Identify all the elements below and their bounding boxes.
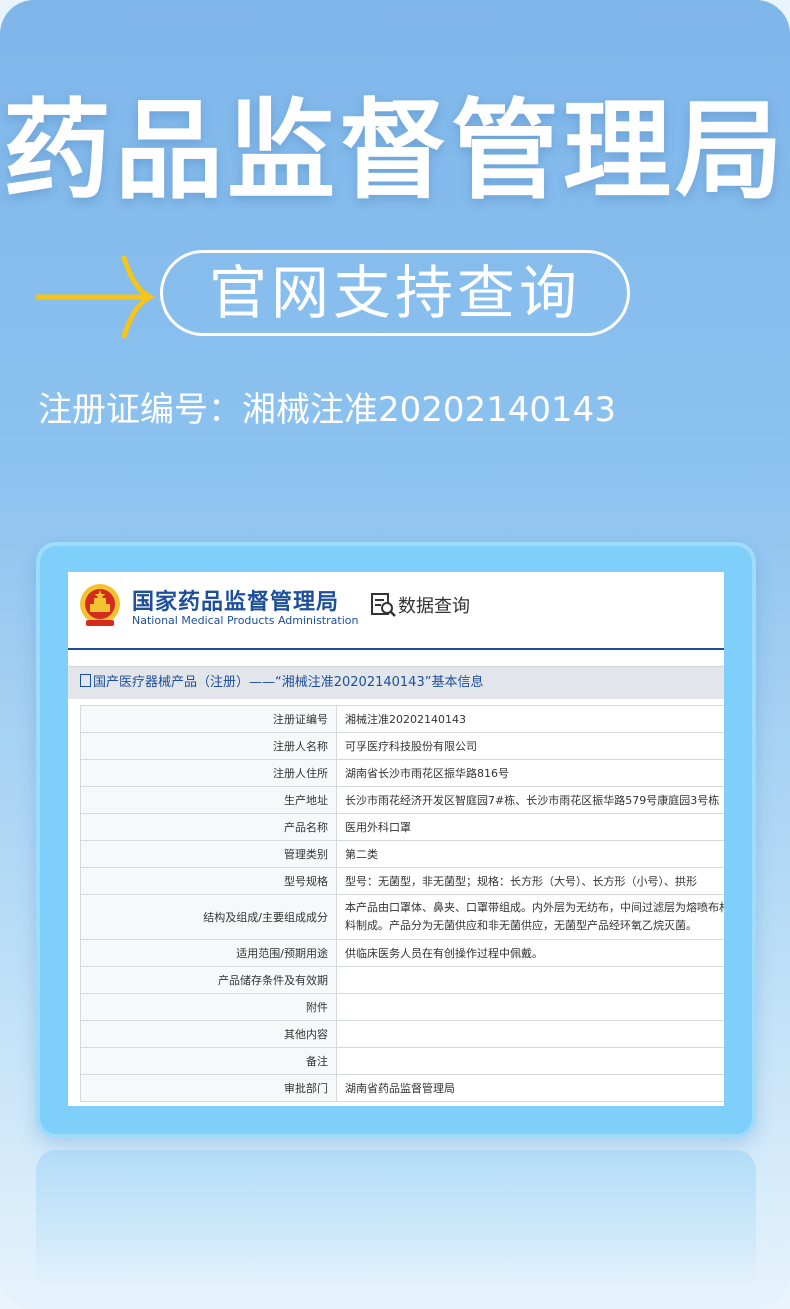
field-value	[336, 1020, 724, 1048]
table-row: 结构及组成/主要组成成分 本产品由口罩体、鼻夹、口罩带组成。内外层为无纺布，中间…	[80, 894, 724, 940]
table-row: 生产地址 长沙市雨花经济开发区智庭园7#栋、长沙市雨花区振华路579号康庭园3号…	[80, 786, 724, 814]
table-row: 型号规格 型号：无菌型，非无菌型；规格：长方形（大号）、长方形（小号）、拱形	[80, 867, 724, 895]
field-label: 审批部门	[80, 1074, 337, 1102]
table-row: 产品储存条件及有效期	[80, 966, 724, 994]
section-title-bar: 国产医疗器械产品（注册）——“湘械注准20202140143”基本信息	[68, 666, 724, 699]
field-value: 型号：无菌型，非无菌型；规格：长方形（大号）、长方形（小号）、拱形	[336, 867, 724, 895]
site-header: 国家药品监督管理局 National Medical Products Admi…	[68, 572, 724, 650]
website-screenshot: 国家药品监督管理局 National Medical Products Admi…	[68, 572, 724, 1106]
frame-reflection	[36, 1150, 756, 1290]
table-row: 注册人名称 可孚医疗科技股份有限公司	[80, 732, 724, 760]
national-emblem-icon	[80, 584, 120, 626]
table-row: 审批部门 湖南省药品监督管理局	[80, 1074, 724, 1102]
field-value: 湖南省长沙市雨花区振华路816号	[336, 759, 724, 787]
field-value: 供临床医务人员在有创操作过程中佩戴。	[336, 939, 724, 967]
table-row: 附件	[80, 993, 724, 1021]
headline-title: 药品监督管理局	[2, 89, 787, 214]
field-label: 适用范围/预期用途	[80, 939, 337, 967]
field-label: 结构及组成/主要组成成分	[80, 894, 337, 940]
field-value: 湖南省药品监督管理局	[336, 1074, 724, 1102]
table-row: 其他内容	[80, 1020, 724, 1048]
field-value: 本产品由口罩体、鼻夹、口罩带组成。内外层为无纺布，中间过滤层为熔喷布材料制成。产…	[336, 894, 724, 940]
document-icon	[80, 674, 91, 687]
agency-name-cn: 国家药品监督管理局	[132, 590, 340, 615]
promo-page: 药品监督管理局 官网支持查询 注册证编号：湘械注准20202140143 国家药…	[0, 0, 790, 1309]
agency-name-en: National Medical Products Administration	[132, 614, 359, 627]
registration-info-table: 注册证编号 湘械注准20202140143 注册人名称 可孚医疗科技股份有限公司…	[80, 705, 724, 1102]
field-label: 注册人住所	[80, 759, 337, 787]
field-label: 产品储存条件及有效期	[80, 966, 337, 994]
field-value	[336, 993, 724, 1021]
data-query-link[interactable]: 数据查询	[398, 592, 470, 618]
table-row: 备注	[80, 1047, 724, 1075]
registration-number: 湘械注准20202140143	[242, 390, 616, 430]
section-title: 国产医疗器械产品（注册）——“湘械注准20202140143”基本信息	[93, 675, 484, 690]
field-label: 注册证编号	[80, 705, 337, 733]
field-label: 产品名称	[80, 813, 337, 841]
field-value: 医用外科口罩	[336, 813, 724, 841]
field-value	[336, 1047, 724, 1075]
field-value	[336, 966, 724, 994]
registration-line: 注册证编号：湘械注准20202140143	[38, 388, 616, 432]
field-value: 长沙市雨花经济开发区智庭园7#栋、长沙市雨花区振华路579号康庭园3号栋	[336, 786, 724, 814]
table-row: 注册证编号 湘械注准20202140143	[80, 705, 724, 733]
data-query-icon[interactable]	[370, 592, 396, 618]
table-row: 产品名称 医用外科口罩	[80, 813, 724, 841]
header-gap	[68, 650, 724, 666]
field-label: 生产地址	[80, 786, 337, 814]
official-query-pill: 官网支持查询	[160, 250, 630, 336]
registration-label: 注册证编号：	[38, 390, 242, 430]
field-value: 第二类	[336, 840, 724, 868]
field-label: 管理类别	[80, 840, 337, 868]
field-label: 附件	[80, 993, 337, 1021]
field-label: 备注	[80, 1047, 337, 1075]
field-value: 湘械注准20202140143	[336, 705, 724, 733]
arrow-right-icon	[36, 255, 156, 339]
field-label: 其他内容	[80, 1020, 337, 1048]
field-label: 型号规格	[80, 867, 337, 895]
table-row: 管理类别 第二类	[80, 840, 724, 868]
table-row: 注册人住所 湖南省长沙市雨花区振华路816号	[80, 759, 724, 787]
field-label: 注册人名称	[80, 732, 337, 760]
field-value: 可孚医疗科技股份有限公司	[336, 732, 724, 760]
table-row: 适用范围/预期用途 供临床医务人员在有创操作过程中佩戴。	[80, 939, 724, 967]
